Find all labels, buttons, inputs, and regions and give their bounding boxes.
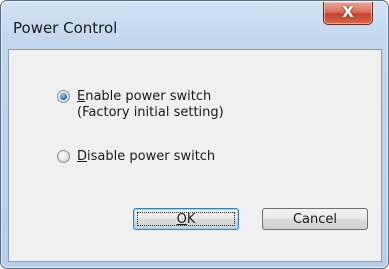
title-bar[interactable]: Power Control X xyxy=(1,1,388,43)
enable-option-sublabel: (Factory initial setting) xyxy=(77,105,224,120)
disable-option-text: isable power switch xyxy=(87,149,216,164)
cancel-button[interactable]: Cancel xyxy=(262,208,368,230)
close-icon: X xyxy=(342,3,354,21)
ok-button[interactable]: OK xyxy=(133,208,239,230)
enable-option-label: Enable power switch xyxy=(77,89,211,104)
disable-accelerator-key: D xyxy=(77,149,88,164)
disable-option-label: Disable power switch xyxy=(77,149,215,164)
window-title: Power Control xyxy=(13,19,118,37)
enable-accelerator-key: E xyxy=(77,89,86,104)
enable-option-text: nable power switch xyxy=(85,89,212,104)
close-button[interactable]: X xyxy=(323,2,373,25)
power-control-dialog: Power Control X Enable power switch (Fac… xyxy=(0,0,389,269)
focus-rectangle xyxy=(137,212,235,226)
enable-radio-button[interactable] xyxy=(57,90,70,103)
disable-radio-button[interactable] xyxy=(57,150,70,163)
dialog-body: Enable power switch (Factory initial set… xyxy=(8,49,382,262)
